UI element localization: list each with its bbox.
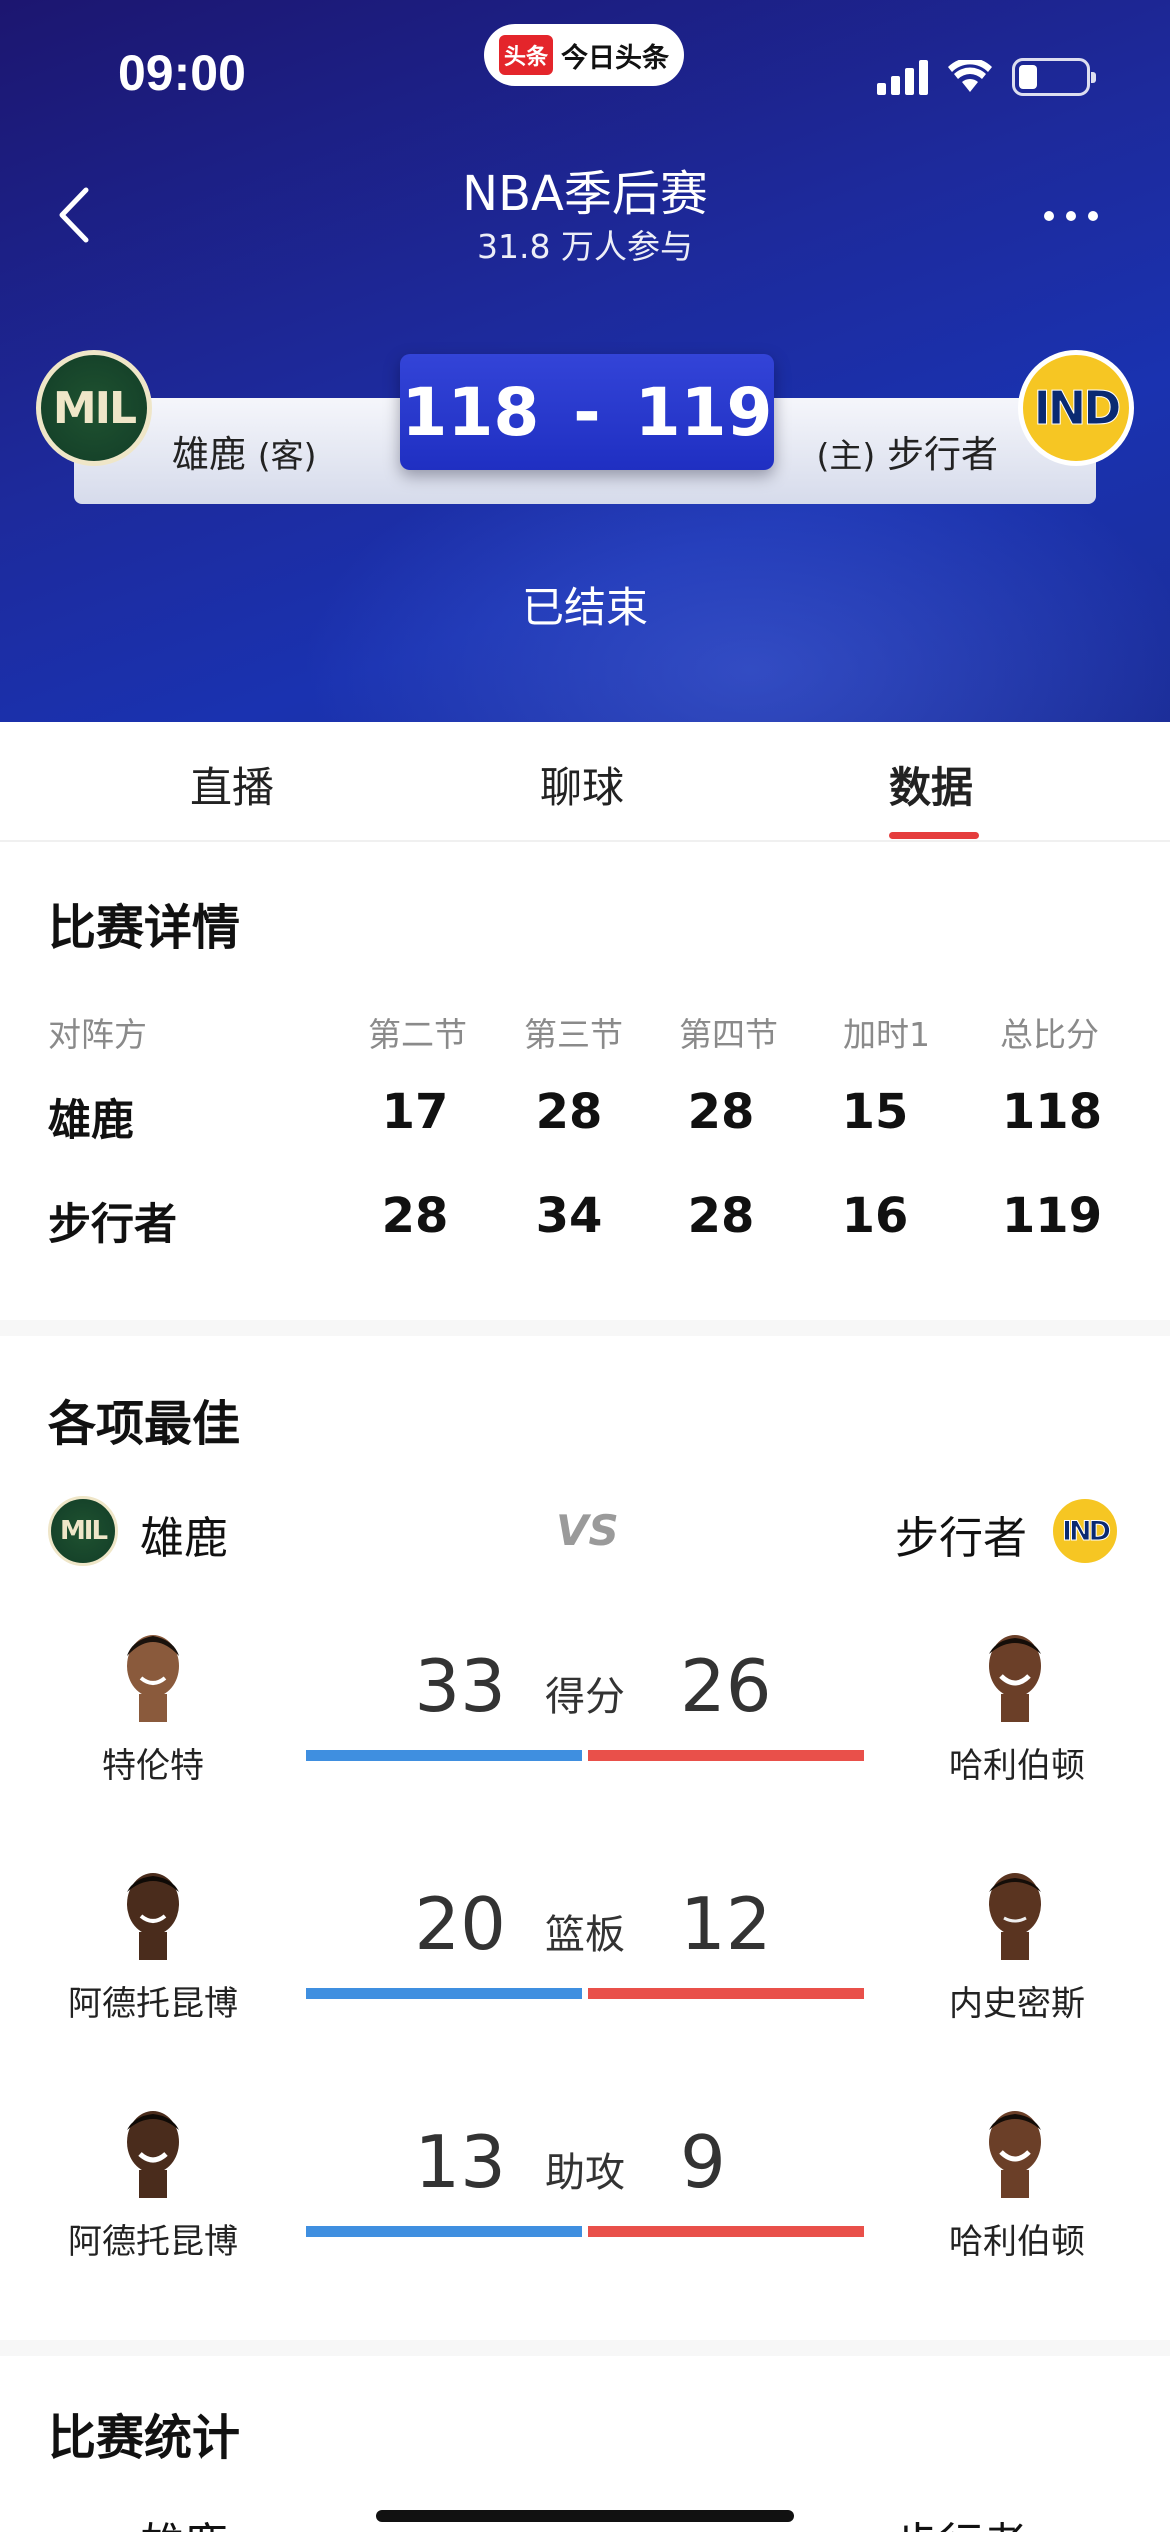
player-name: 内史密斯 — [949, 1984, 1085, 2024]
section-divider — [0, 2340, 1170, 2356]
stat-label: 得分 — [545, 1674, 625, 1720]
player-name: 哈利伯顿 — [949, 2222, 1085, 2262]
player-avatar-icon — [989, 1873, 1041, 1960]
home-stat-value: 9 — [680, 2120, 726, 2204]
player-name: 哈利伯顿 — [949, 1746, 1085, 1786]
header-ot1: 加时1 — [843, 1015, 930, 1054]
app-logo-tag: 头条 — [498, 35, 553, 75]
away-stat-bar — [306, 2226, 582, 2237]
tab-chat[interactable]: 聊球 — [540, 754, 624, 815]
away-team-logo[interactable]: MIL — [36, 350, 152, 466]
home-stat-value: 26 — [680, 1644, 772, 1728]
leaders-home-logo: IND — [1050, 1496, 1120, 1566]
game-stats-title: 比赛统计 — [48, 2410, 241, 2466]
status-icons — [877, 58, 1096, 96]
header-q4: 第四节 — [679, 1015, 778, 1054]
cell-q2: 17 — [381, 1084, 449, 1140]
event-title: NBA季后赛 — [462, 166, 708, 222]
header-q2: 第二节 — [368, 1015, 467, 1054]
stat-label: 篮板 — [545, 1912, 625, 1958]
leader-stat-points[interactable]: 特伦特 33 得分 26 哈利伯顿 — [0, 1620, 1170, 1860]
cell-q4: 28 — [687, 1084, 755, 1140]
away-stat-value: 13 — [414, 2120, 506, 2204]
home-score: 119 — [634, 373, 773, 451]
cell-q3: 34 — [535, 1188, 603, 1244]
app-pill[interactable]: 头条 今日头条 — [484, 24, 684, 86]
away-stat-value: 33 — [414, 1644, 506, 1728]
stat-label: 助攻 — [545, 2150, 625, 2196]
away-stat-value: 20 — [414, 1882, 506, 1966]
home-stat-bar — [588, 1988, 864, 1999]
score-box: 118 - 119 — [400, 354, 774, 470]
vs-mark: VS — [556, 1506, 619, 1555]
home-team-name[interactable]: (主) 步行者 — [816, 424, 998, 478]
leaders-home-name: 步行者 — [895, 1513, 1027, 1564]
player-name: 阿德托昆博 — [68, 2222, 238, 2262]
tab-bar: 直播 聊球 数据 — [0, 722, 1170, 842]
player-avatar-icon — [127, 1873, 179, 1960]
cell-q4: 28 — [687, 1188, 755, 1244]
cell-total: 118 — [1001, 1084, 1103, 1140]
score-separator: - — [573, 373, 601, 451]
cellular-signal-icon — [877, 59, 928, 95]
home-stat-bar — [588, 2226, 864, 2237]
away-stat-bar — [306, 1750, 582, 1761]
app-name: 今日头条 — [561, 42, 669, 74]
more-icon[interactable] — [1044, 196, 1114, 236]
home-stat-value: 12 — [680, 1882, 772, 1966]
tab-live[interactable]: 直播 — [190, 754, 274, 815]
player-name: 阿德托昆博 — [68, 1984, 238, 2024]
leaders-away-logo: MIL — [48, 1496, 118, 1566]
header-q3: 第三节 — [524, 1015, 623, 1054]
player-avatar-icon — [127, 1635, 179, 1722]
home-team-logo[interactable]: IND — [1018, 350, 1134, 466]
cell-ot1: 16 — [841, 1188, 909, 1244]
away-team-name[interactable]: 雄鹿 (客) — [172, 424, 317, 478]
match-header: 09:00 头条 今日头条 NBA季后赛 31.8 万人参与 MIL 雄鹿 (客… — [0, 0, 1170, 722]
participant-count: 31.8 万人参与 — [477, 227, 693, 266]
status-time: 09:00 — [118, 45, 246, 101]
player-avatar-icon — [127, 2111, 179, 2198]
row-team-name: 步行者 — [48, 1200, 177, 1250]
leader-stat-assists[interactable]: 阿德托昆博 13 助攻 9 哈利伯顿 — [0, 2096, 1170, 2336]
player-name: 特伦特 — [102, 1746, 204, 1786]
leaders-title: 各项最佳 — [48, 1396, 241, 1452]
player-avatar-icon — [989, 2111, 1041, 2198]
tab-active-indicator — [889, 832, 979, 839]
header-matchup: 对阵方 — [48, 1015, 147, 1054]
cell-q3: 28 — [535, 1084, 603, 1140]
details-title: 比赛详情 — [48, 900, 241, 956]
game-status: 已结束 — [521, 583, 648, 632]
leaders-away-name: 雄鹿 — [140, 1513, 228, 1564]
cell-q2: 28 — [381, 1188, 449, 1244]
away-stat-bar — [306, 1988, 582, 1999]
home-indicator[interactable] — [376, 2510, 794, 2522]
game-stats-away-name: 雄鹿 — [140, 2508, 228, 2532]
tab-data[interactable]: 数据 — [889, 754, 973, 815]
away-score: 118 — [401, 373, 540, 451]
home-stat-bar — [588, 1750, 864, 1761]
wifi-icon — [948, 60, 992, 92]
leader-stat-rebounds[interactable]: 阿德托昆博 20 篮板 12 内史密斯 — [0, 1858, 1170, 2098]
cell-total: 119 — [1001, 1188, 1103, 1244]
header-total: 总比分 — [1000, 1015, 1099, 1054]
cell-ot1: 15 — [841, 1084, 909, 1140]
section-divider — [0, 1320, 1170, 1336]
battery-icon — [1012, 58, 1096, 96]
player-avatar-icon — [989, 1635, 1041, 1722]
row-team-name: 雄鹿 — [48, 1096, 134, 1146]
game-stats-home-name: 步行者 — [895, 2508, 1027, 2532]
